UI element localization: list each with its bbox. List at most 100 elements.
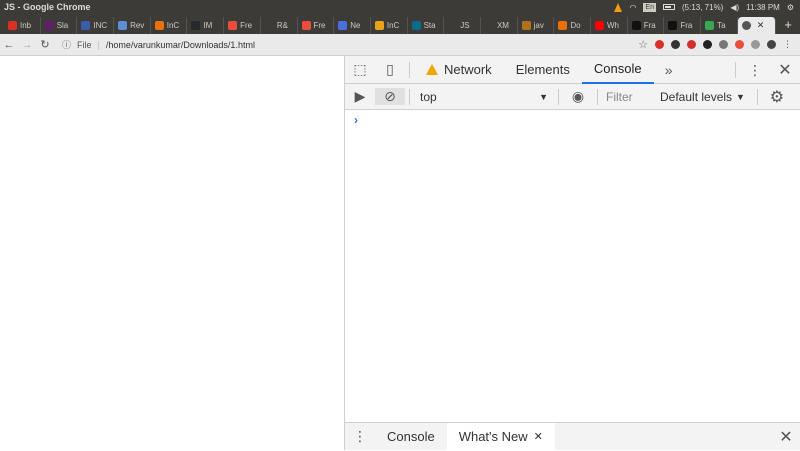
eye-icon[interactable]: ◉ (563, 88, 593, 105)
browser-tab[interactable]: Fra (664, 17, 702, 34)
browser-tab[interactable]: Do (554, 17, 591, 34)
tab-favicon-icon (191, 21, 201, 30)
tab-favicon-icon (521, 21, 531, 30)
close-tab-icon[interactable]: ✕ (757, 20, 765, 31)
clock[interactable]: 11:38 PM (746, 3, 780, 12)
browser-tab[interactable]: Sla (41, 17, 78, 34)
tab-favicon-icon (118, 21, 128, 30)
browser-tab[interactable]: Fre (298, 17, 335, 34)
omnibox[interactable]: ⓘ File | /home/varunkumar/Downloads/1.ht… (62, 38, 638, 51)
tab-label: IM (203, 21, 213, 30)
extension-icon[interactable] (655, 40, 664, 49)
console-prompt[interactable]: › (345, 110, 800, 127)
tab-favicon-icon (595, 21, 604, 30)
url-text[interactable]: /home/varunkumar/Downloads/1.html (106, 40, 255, 50)
separator (558, 88, 559, 105)
inspect-element-icon[interactable]: ⬚ (345, 61, 375, 78)
warning-icon (426, 64, 438, 75)
wifi-icon[interactable]: ◠ (629, 3, 636, 12)
tab-favicon-icon (81, 21, 91, 30)
separator (735, 62, 736, 78)
tab-label: R& (276, 21, 288, 30)
browser-tab[interactable]: jav (518, 17, 555, 34)
tab-label: jav (533, 21, 544, 30)
clear-console-icon[interactable]: ⊘ (375, 88, 405, 105)
browser-tab[interactable]: INC (77, 17, 115, 34)
tab-favicon-icon (264, 21, 274, 30)
kebab-menu-icon[interactable]: ⋮ (740, 62, 770, 79)
close-drawer-icon[interactable]: ✕ (771, 427, 800, 447)
tab-elements[interactable]: Elements (504, 56, 582, 84)
browser-tab[interactable]: R& (261, 17, 298, 34)
filter-input[interactable]: Filter (602, 90, 654, 104)
extension-icon[interactable] (703, 40, 712, 49)
browser-tab[interactable]: Ne (334, 17, 371, 34)
extension-icon[interactable] (671, 40, 680, 49)
tab-console-label: Console (593, 60, 642, 76)
tab-network-label: Network (444, 61, 492, 77)
bookmark-star-icon[interactable]: ☆ (638, 38, 648, 51)
back-button[interactable]: ← (0, 39, 18, 51)
chrome-menu-icon[interactable]: ⋮ (783, 39, 792, 50)
browser-tab[interactable]: Ta (701, 17, 738, 34)
context-selector[interactable]: top ▼ (414, 90, 554, 104)
tab-favicon-icon (228, 21, 238, 30)
browser-tab[interactable]: XM (481, 17, 518, 34)
settings-icon[interactable]: ⚙ (787, 3, 794, 12)
sidebar-toggle-icon[interactable]: ▶ (345, 88, 375, 105)
drawer-tab-whats-new[interactable]: What's New ✕ (446, 422, 555, 451)
close-tab-icon[interactable]: ✕ (534, 423, 543, 451)
browser-tab-active[interactable]: ✕ (737, 17, 777, 34)
extension-icon[interactable] (687, 40, 696, 49)
new-tab-button[interactable]: + (776, 17, 800, 34)
reload-button[interactable]: ↻ (36, 38, 54, 51)
extension-icon[interactable] (751, 40, 760, 49)
tab-label: Rev (130, 21, 145, 30)
tab-elements-label: Elements (515, 61, 570, 77)
browser-tab[interactable]: InC (151, 17, 188, 34)
separator (409, 88, 410, 105)
extension-icon[interactable] (719, 40, 728, 49)
avatar[interactable] (767, 40, 776, 49)
tab-favicon-icon (301, 21, 311, 30)
battery-status: (5:13, 71%) (681, 2, 724, 12)
browser-tab[interactable]: Fre (224, 17, 261, 34)
tab-label: JS (460, 21, 470, 30)
browser-tab[interactable]: IM (187, 17, 225, 34)
browser-tab[interactable]: Rev (114, 17, 151, 34)
tab-console[interactable]: Console (581, 56, 654, 84)
log-levels-dropdown[interactable]: Default levels ▼ (654, 90, 753, 104)
console-toolbar: ▶ ⊘ top ▼ ◉ Filter Default levels ▼ ⚙ (345, 84, 800, 110)
extensions-area: ☆ ⋮ (638, 38, 800, 51)
info-icon[interactable]: ⓘ (62, 38, 71, 51)
tab-label: Sla (56, 21, 69, 30)
log-levels-label: Default levels (660, 89, 733, 104)
tab-network[interactable]: Network (414, 56, 504, 84)
tab-label: Wh (607, 21, 619, 30)
tab-favicon-icon (374, 21, 384, 30)
tab-favicon-icon (338, 21, 348, 30)
browser-tab[interactable]: Sta (408, 17, 445, 34)
battery-icon[interactable] (662, 4, 675, 10)
tab-favicon-icon (8, 21, 17, 30)
browser-tab[interactable]: Wh (591, 17, 628, 34)
browser-tab[interactable]: InC (371, 17, 408, 34)
kebab-menu-icon[interactable]: ⋮ (345, 428, 375, 445)
browser-tab[interactable]: Inb (4, 17, 41, 34)
tab-favicon-icon (448, 21, 458, 30)
extension-icon[interactable] (735, 40, 744, 49)
close-icon[interactable]: ✕ (770, 60, 800, 80)
gear-icon[interactable]: ⚙ (762, 87, 792, 107)
device-toolbar-icon[interactable]: ▯ (375, 61, 405, 78)
tab-label: Fre (240, 21, 253, 30)
tab-label: Fra (680, 21, 693, 30)
keyboard-layout[interactable]: En (643, 2, 656, 12)
browser-tab[interactable]: Fra (628, 17, 665, 34)
system-tray: ◠ En (5:13, 71%) ◀) 11:38 PM ⚙ (614, 2, 800, 12)
vlc-icon[interactable] (614, 2, 623, 12)
browser-tab[interactable]: JS (444, 17, 481, 34)
more-tabs-icon[interactable]: » (654, 62, 684, 78)
volume-icon[interactable]: ◀) (730, 3, 739, 12)
drawer-tab-console[interactable]: Console (375, 423, 447, 451)
forward-button[interactable]: → (18, 39, 36, 51)
